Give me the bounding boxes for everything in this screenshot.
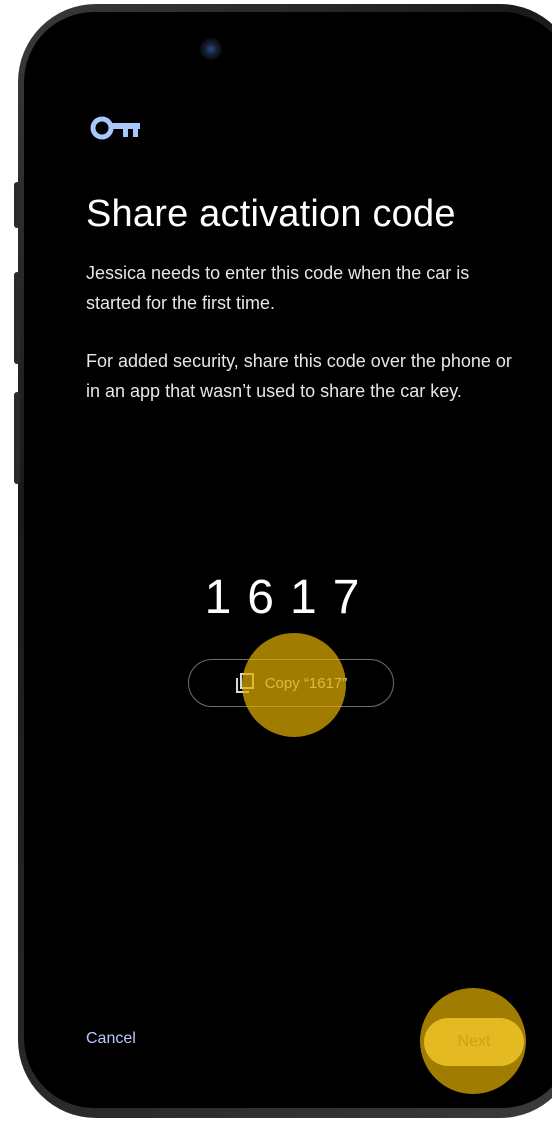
page-title: Share activation code — [86, 193, 456, 235]
next-button[interactable]: Next — [424, 1018, 524, 1066]
security-paragraph: For added security, share this code over… — [86, 351, 512, 401]
key-icon — [90, 116, 140, 140]
cancel-button[interactable]: Cancel — [86, 1030, 136, 1048]
description-paragraph: Jessica needs to enter this code when th… — [86, 263, 470, 313]
side-button-volume-up — [14, 272, 20, 364]
activation-code: 1617 — [204, 571, 376, 624]
copy-button-label: Copy “1617” — [264, 674, 348, 692]
front-camera — [200, 38, 222, 60]
copy-icon — [235, 673, 254, 693]
side-button-volume-down — [14, 392, 20, 484]
phone-screen — [24, 12, 552, 1108]
copy-code-button[interactable]: Copy “1617” — [188, 659, 394, 707]
side-button-action — [14, 182, 20, 228]
